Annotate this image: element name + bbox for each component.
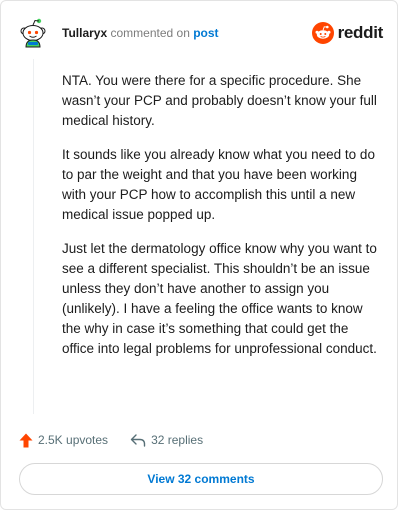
username-link[interactable]: Tullaryx [62,26,107,40]
thread-line [33,59,34,414]
comment-header: Tullaryx commented on post reddit [17,15,383,51]
comment-paragraph: It sounds like you already know what you… [62,147,375,222]
replies-button[interactable]: 32 replies [130,433,203,447]
comment-paragraph: Just let the dermatology office know why… [62,241,377,356]
upvote-count: 2.5K upvotes [38,433,109,447]
comment-paragraph: NTA. You were there for a specific proce… [62,73,377,128]
comment-byline: Tullaryx commented on post [62,25,219,41]
upvote-button[interactable]: 2.5K upvotes [19,433,108,448]
reddit-brand[interactable]: reddit [311,22,384,44]
view-comments-button[interactable]: View 32 comments [19,463,383,495]
reply-count: 32 replies [151,433,204,447]
comment-card: Tullaryx commented on post reddit NTA. Y… [0,0,398,510]
reddit-logo-icon [311,22,334,44]
comment-body: NTA. You were there for a specific proce… [62,71,378,373]
snoo-avatar-icon [20,18,46,48]
byline-verb: commented on [110,26,190,40]
comment-footer: 2.5K upvotes 32 replies [19,431,203,449]
upvote-arrow-icon [19,433,33,447]
reply-arrow-icon [130,433,146,447]
reddit-wordmark: reddit [337,23,384,42]
view-comments-label: View 32 comments [147,472,255,486]
post-link[interactable]: post [193,26,218,40]
avatar[interactable] [17,17,49,49]
